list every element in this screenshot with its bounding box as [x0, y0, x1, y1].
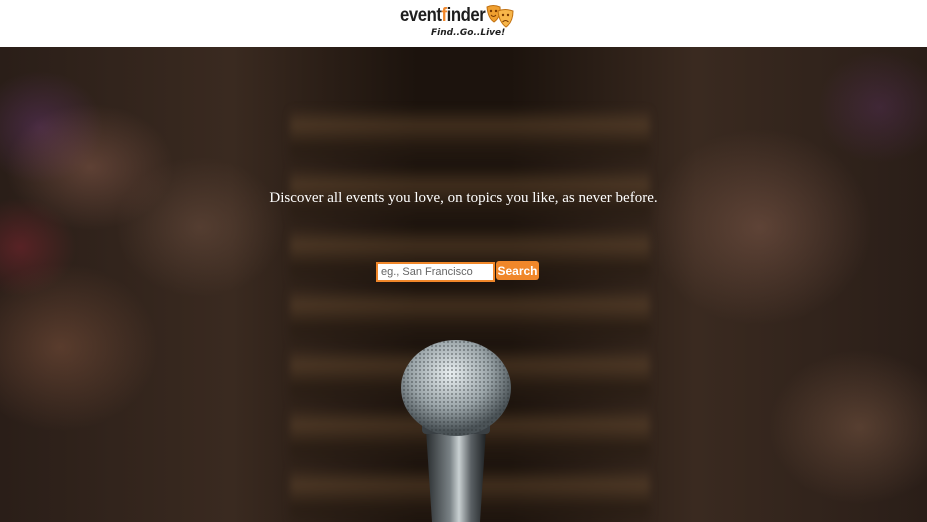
site-logo[interactable]: eventfinder Find..Go..Live! [399, 3, 517, 43]
logo-text-prefix: event [400, 5, 442, 26]
microphone-image [401, 340, 511, 522]
site-tagline: Find..Go..Live! [431, 28, 506, 38]
hero-section: Discover all events you love, on topics … [0, 47, 927, 522]
logo-wordmark: eventfinder [400, 5, 486, 27]
location-search-input[interactable] [376, 262, 495, 282]
hero-headline: Discover all events you love, on topics … [269, 190, 658, 206]
logo-text-suffix: inder [446, 5, 486, 26]
theater-masks-icon [486, 5, 514, 28]
search-button[interactable]: Search [496, 261, 539, 280]
site-header: eventfinder Find..Go..Live! [0, 0, 927, 47]
